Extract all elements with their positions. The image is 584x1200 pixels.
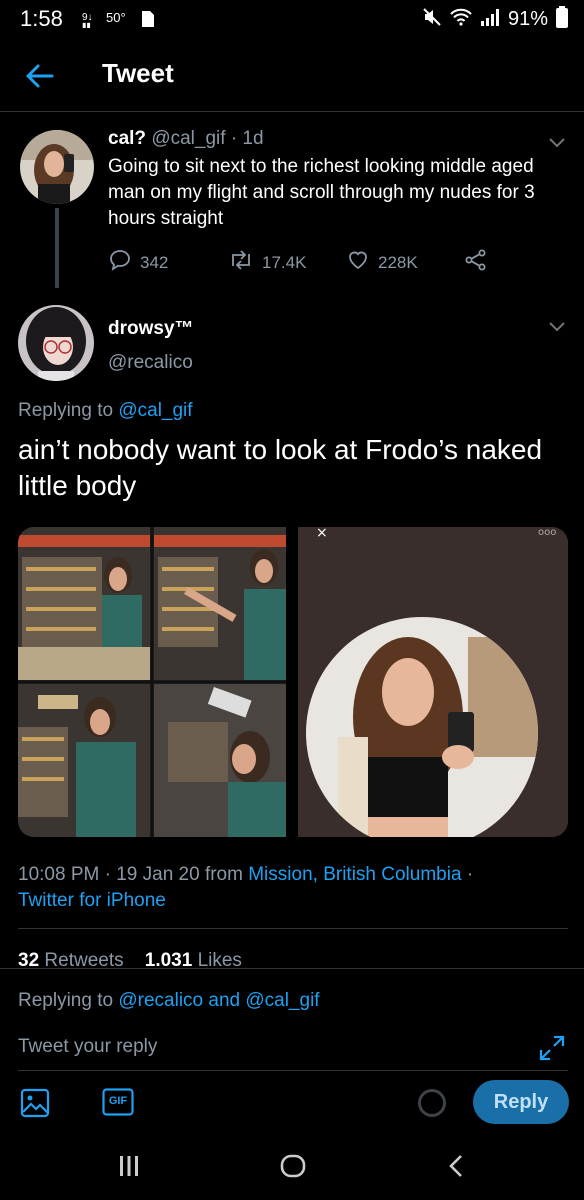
parent-tweet-avatar[interactable] xyxy=(20,130,94,204)
sim-icon xyxy=(140,10,156,31)
composer-replying-label: Replying to xyxy=(18,990,114,1011)
recent-apps-icon[interactable] xyxy=(118,1154,140,1183)
reply-tweet-chevron-down-icon[interactable] xyxy=(548,320,566,332)
reply-input[interactable] xyxy=(18,1036,498,1058)
svg-text:▮▮: ▮▮ xyxy=(82,21,91,28)
image-icon[interactable] xyxy=(20,1088,50,1118)
signal-bars-icon xyxy=(480,8,500,31)
parent-tweet-actions: 342 17.4K 228K xyxy=(108,248,508,272)
reply-author-name[interactable]: drowsy™ xyxy=(108,318,194,340)
reply-count: 342 xyxy=(140,252,169,272)
parent-tweet-meta: cal? @cal_gif · 1d xyxy=(108,128,264,150)
top-header: Tweet xyxy=(0,40,584,112)
back-nav-icon[interactable] xyxy=(448,1154,464,1183)
divider-composer xyxy=(0,968,584,969)
battery-icon xyxy=(556,5,568,33)
battery-percent: 91% xyxy=(507,7,548,30)
status-right: 91% xyxy=(422,5,568,33)
reply-tweet-avatar[interactable] xyxy=(18,305,94,381)
comment-icon xyxy=(108,248,132,277)
status-bar: 1:58 9↓ ▮▮ 50° 91% xyxy=(0,0,584,38)
parent-tweet-text: Going to sit next to the richest looking… xyxy=(108,156,535,229)
share-icon xyxy=(464,248,488,277)
svg-text:×: × xyxy=(316,527,328,541)
status-temperature: 50° xyxy=(106,10,126,25)
replying-to-handle-link[interactable]: @cal_gif xyxy=(118,400,192,421)
status-time: 1:58 xyxy=(20,6,63,31)
gif-icon[interactable]: GIF xyxy=(102,1088,134,1116)
parent-author-name[interactable]: cal? xyxy=(108,128,146,149)
retweet-action[interactable]: 17.4K xyxy=(228,248,306,277)
character-counter-circle xyxy=(418,1089,446,1117)
expand-icon[interactable] xyxy=(538,1034,566,1062)
divider-top xyxy=(18,928,568,929)
heart-icon xyxy=(346,248,370,277)
timestamp-separator: · xyxy=(466,864,474,885)
parent-author-handle[interactable]: @cal_gif xyxy=(151,128,225,149)
reply-tweet-text: ain’t nobody want to look at Frodo’s nak… xyxy=(18,434,543,501)
parent-tweet-chevron-down-icon[interactable] xyxy=(548,136,566,148)
replying-to-label: Replying to xyxy=(18,400,114,421)
tweet-timestamp: 10:08 PM · 19 Jan 20 from Mission, Briti… xyxy=(18,862,568,914)
back-arrow-icon[interactable] xyxy=(24,60,56,92)
retweet-icon xyxy=(228,248,254,277)
home-icon[interactable] xyxy=(280,1154,306,1183)
gif-label: GIF xyxy=(108,1095,128,1107)
thread-line xyxy=(55,208,59,288)
system-navigation-bar xyxy=(0,1138,584,1200)
wifi-icon xyxy=(450,8,472,31)
tweet-time-date: 10:08 PM · 19 Jan 20 from xyxy=(18,864,243,885)
mute-icon xyxy=(422,7,442,32)
like-action[interactable]: 228K xyxy=(346,248,418,277)
like-count: 228K xyxy=(378,252,418,272)
page-title: Tweet xyxy=(102,58,174,88)
replying-to-line: Replying to @cal_gif xyxy=(18,400,193,422)
reply-button[interactable]: Reply xyxy=(473,1080,569,1124)
share-action[interactable] xyxy=(464,248,488,277)
media-portrait-image[interactable]: × ooo xyxy=(298,527,568,837)
signal-alt-icon: 9↓ ▮▮ xyxy=(82,10,100,31)
composer-replying-handles[interactable]: @recalico and @cal_gif xyxy=(118,990,319,1011)
tweet-location-link[interactable]: Mission, British Columbia xyxy=(248,864,461,885)
parent-tweet-age: · 1d xyxy=(230,128,264,149)
divider-toolbar xyxy=(18,1070,568,1071)
tweet-client-link[interactable]: Twitter for iPhone xyxy=(18,890,166,911)
media-collage-image[interactable] xyxy=(18,527,286,837)
reply-author-handle[interactable]: @recalico xyxy=(108,352,193,374)
reply-action[interactable]: 342 xyxy=(108,248,168,277)
tweet-media[interactable]: × ooo xyxy=(18,527,568,837)
svg-text:ooo: ooo xyxy=(538,527,556,538)
composer-replying-line: Replying to @recalico and @cal_gif xyxy=(18,990,320,1012)
retweet-count: 17.4K xyxy=(262,252,307,272)
